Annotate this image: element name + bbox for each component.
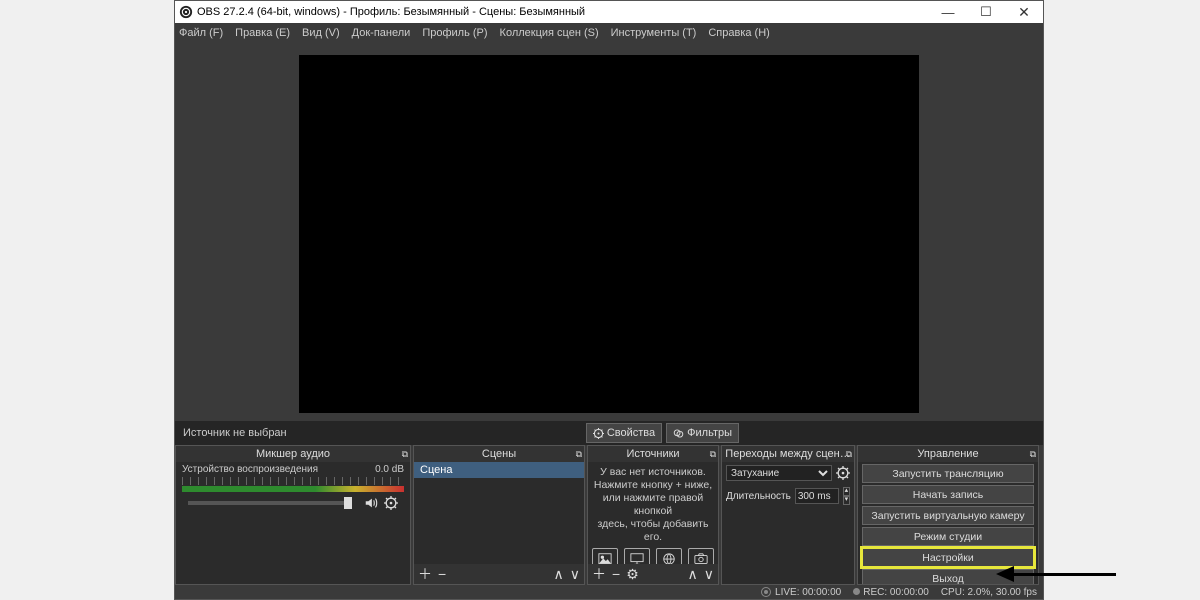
- duration-up[interactable]: ▴: [843, 487, 850, 496]
- properties-button[interactable]: Свойства: [586, 423, 662, 443]
- rec-dot-icon: [853, 588, 860, 595]
- sources-hint: У вас нет источников.: [592, 466, 714, 479]
- popout-icon[interactable]: ⧉: [402, 449, 408, 460]
- scene-item[interactable]: Сцена: [414, 462, 584, 478]
- menu-help[interactable]: Справка (H): [708, 27, 769, 39]
- mixer-volume-slider[interactable]: [188, 501, 352, 505]
- studio-mode-button[interactable]: Режим студии: [862, 527, 1034, 546]
- gear-icon[interactable]: [384, 496, 398, 510]
- menu-scene-collection[interactable]: Коллекция сцен (S): [500, 27, 599, 39]
- menu-file[interactable]: Файл (F): [179, 27, 223, 39]
- mixer-title: Микшер аудио: [256, 448, 330, 460]
- popout-icon[interactable]: ⧉: [846, 449, 852, 460]
- status-bar: LIVE: 00:00:00 REC: 00:00:00 CPU: 2.0%, …: [175, 585, 1043, 599]
- preview-canvas[interactable]: [299, 55, 919, 413]
- sources-title: Источники: [626, 448, 679, 460]
- app-window: OBS 27.2.4 (64-bit, windows) - Профиль: …: [174, 0, 1044, 600]
- mixer-meter: [182, 486, 404, 492]
- menu-docks[interactable]: Док-панели: [352, 27, 411, 39]
- filters-button[interactable]: Фильтры: [666, 423, 739, 443]
- sources-hint: здесь, чтобы добавить его.: [592, 518, 714, 544]
- duration-down[interactable]: ▾: [843, 496, 850, 505]
- controls-title: Управление: [917, 448, 978, 460]
- popout-icon[interactable]: ⧉: [576, 449, 582, 460]
- dock-row: Микшер аудио ⧉ Устройство воспроизведения…: [175, 445, 1043, 585]
- dock-transitions: Переходы между сцен…⧉ Затухание Длительн…: [721, 445, 855, 585]
- image-source-icon[interactable]: [592, 548, 618, 564]
- live-icon: [761, 587, 771, 597]
- remove-source-button[interactable]: −: [612, 567, 620, 581]
- menu-tools[interactable]: Инструменты (T): [611, 27, 697, 39]
- mixer-track-name: Устройство воспроизведения: [182, 464, 318, 475]
- browser-source-icon[interactable]: [656, 548, 682, 564]
- source-info-bar: Источник не выбран Свойства Фильтры: [175, 421, 1043, 445]
- start-virtualcam-button[interactable]: Запустить виртуальную камеру: [862, 506, 1034, 525]
- menu-edit[interactable]: Правка (E): [235, 27, 290, 39]
- mixer-scale: [182, 477, 404, 485]
- no-source-label: Источник не выбран: [175, 427, 295, 439]
- start-record-button[interactable]: Начать запись: [862, 485, 1034, 504]
- mixer-track-db: 0.0 dB: [375, 464, 404, 475]
- status-live: LIVE: 00:00:00: [775, 587, 841, 598]
- settings-button[interactable]: Настройки: [862, 548, 1034, 567]
- menu-profile[interactable]: Профиль (P): [422, 27, 487, 39]
- annotation-arrow: [996, 571, 1116, 577]
- status-rec: REC: 00:00:00: [863, 587, 929, 598]
- transition-select[interactable]: Затухание: [726, 465, 832, 481]
- sources-hint: Нажмите кнопку + ниже,: [592, 479, 714, 492]
- remove-scene-button[interactable]: −: [438, 567, 446, 581]
- popout-icon[interactable]: ⧉: [1030, 449, 1036, 460]
- menu-view[interactable]: Вид (V): [302, 27, 340, 39]
- status-cpu: CPU: 2.0%, 30.00 fps: [941, 587, 1037, 598]
- preview-area: [175, 43, 1043, 421]
- scenes-title: Сцены: [482, 448, 516, 460]
- source-up-button[interactable]: ∧: [688, 567, 698, 581]
- minimize-button[interactable]: —: [929, 1, 967, 23]
- dock-audio-mixer: Микшер аудио ⧉ Устройство воспроизведения…: [175, 445, 411, 585]
- dock-sources: Источники ⧉ У вас нет источников. Нажмите…: [587, 445, 719, 585]
- source-down-button[interactable]: ∨: [704, 567, 714, 581]
- title-bar: OBS 27.2.4 (64-bit, windows) - Профиль: …: [175, 1, 1043, 23]
- speaker-icon[interactable]: [364, 496, 378, 510]
- popout-icon[interactable]: ⧉: [710, 449, 716, 460]
- dock-controls: Управление ⧉ Запустить трансляцию Начать …: [857, 445, 1039, 585]
- transitions-title: Переходы между сцен…: [725, 448, 850, 460]
- display-source-icon[interactable]: [624, 548, 650, 564]
- scene-up-button[interactable]: ∧: [554, 567, 564, 581]
- source-gear-button[interactable]: ⚙: [626, 567, 639, 581]
- close-button[interactable]: ✕: [1005, 1, 1043, 23]
- add-source-button[interactable]: ＋: [592, 567, 606, 581]
- add-scene-button[interactable]: ＋: [418, 567, 432, 581]
- capture-source-icon[interactable]: [688, 548, 714, 564]
- duration-label: Длительность: [726, 491, 791, 502]
- maximize-button[interactable]: ☐: [967, 1, 1005, 23]
- gear-icon[interactable]: [836, 466, 850, 480]
- sources-hint: или нажмите правой кнопкой: [592, 492, 714, 518]
- duration-input[interactable]: [795, 488, 839, 504]
- scene-down-button[interactable]: ∨: [570, 567, 580, 581]
- window-title: OBS 27.2.4 (64-bit, windows) - Профиль: …: [197, 6, 585, 18]
- start-stream-button[interactable]: Запустить трансляцию: [862, 464, 1034, 483]
- obs-logo-icon: [175, 1, 197, 23]
- menu-bar: Файл (F) Правка (E) Вид (V) Док-панели П…: [175, 23, 1043, 43]
- dock-scenes: Сцены ⧉ Сцена ＋ − ∧ ∨: [413, 445, 585, 585]
